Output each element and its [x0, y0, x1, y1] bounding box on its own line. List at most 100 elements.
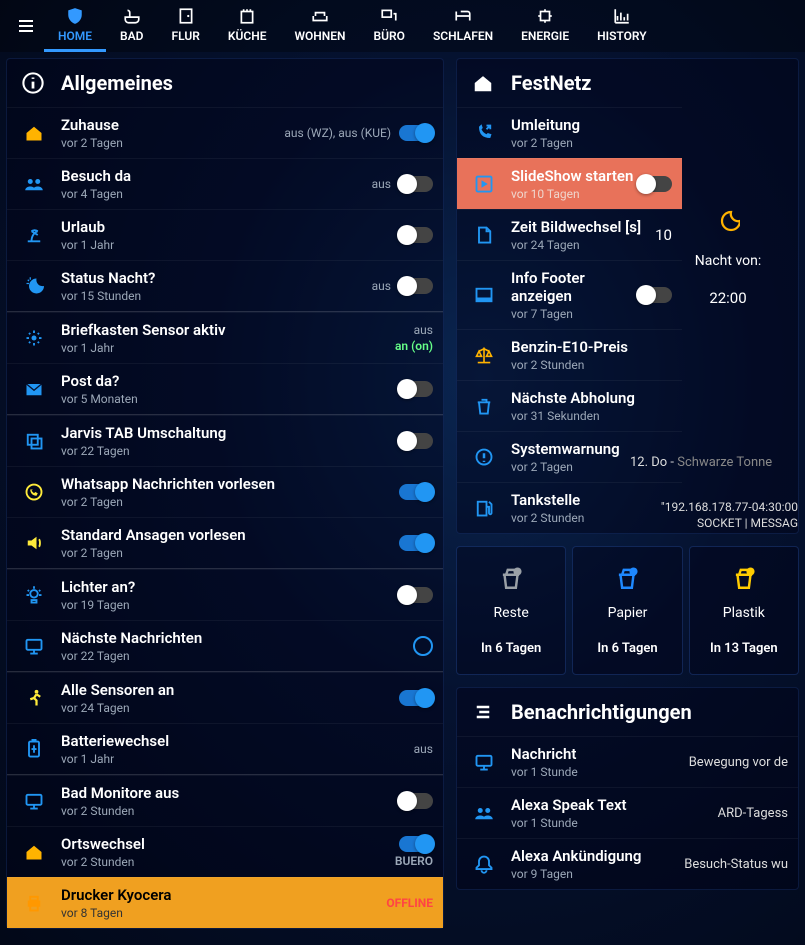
toggle-jarvis[interactable] [399, 433, 433, 449]
night-value: 22:00 [709, 289, 746, 307]
bin-reste[interactable]: Reste In 6 Tagen [456, 546, 566, 675]
toggle-ort[interactable] [399, 836, 433, 852]
row-body: Umleitung vor 2 Tagen [511, 116, 672, 150]
row-body: Nächste Nachrichten vor 22 Tagen [61, 629, 413, 663]
toggle-badmon[interactable] [399, 793, 433, 809]
row-timestamp: vor 2 Tagen [61, 546, 399, 560]
tab-büro[interactable]: BÜRO [360, 1, 419, 52]
row-alexaank[interactable]: Alexa Ankündigung vor 9 Tagen Besuch-Sta… [457, 838, 798, 889]
row-title: Zuhause [61, 116, 284, 134]
bin-name: Papier [608, 605, 648, 621]
menu-button[interactable] [8, 18, 44, 34]
toggle-zuhause[interactable] [399, 125, 433, 141]
toggle-nacht[interactable] [399, 278, 433, 294]
toggle-whatsapp[interactable] [399, 484, 433, 500]
row-timestamp: vor 5 Monaten [61, 392, 399, 406]
row-body: Info Footer anzeigen vor 7 Tagen [511, 269, 638, 321]
whatsapp-icon [21, 479, 47, 505]
tab-schlafen[interactable]: SCHLAFEN [419, 1, 507, 52]
row-slideshow[interactable]: SlideShow starten vor 10 Tagen [457, 158, 682, 209]
row-ort[interactable]: Ortswechsel vor 2 Stunden BUERO [7, 826, 443, 877]
row-right: Bewegung vor de [689, 755, 788, 770]
row-batterie[interactable]: Batteriewechsel vor 1 Jahr aus [7, 723, 443, 774]
night-icon [21, 273, 47, 299]
toggle-ansagen[interactable] [399, 535, 433, 551]
tab-flur[interactable]: FLUR [158, 1, 214, 52]
right-text: ARD-Tagess [718, 806, 788, 821]
row-title: Nächste Nachrichten [61, 629, 413, 647]
row-title: Lichter an? [61, 578, 399, 596]
row-timestamp: vor 24 Tagen [61, 701, 399, 715]
row-ansagen[interactable]: Standard Ansagen vorlesen vor 2 Tagen [7, 517, 443, 568]
right-text: Besuch-Status wu [684, 857, 788, 872]
row-nachrichten[interactable]: Nächste Nachrichten vor 22 Tagen [7, 620, 443, 671]
row-sensoren[interactable]: Alle Sensoren an vor 24 Tagen [7, 672, 443, 723]
toggle-footer[interactable] [638, 287, 672, 303]
row-lichter[interactable]: Lichter an? vor 19 Tagen [7, 569, 443, 620]
row-besuch[interactable]: Besuch da vor 4 Tagen aus [7, 158, 443, 209]
tab-küche[interactable]: KÜCHE [214, 1, 281, 52]
row-title: Nächste Abholung [511, 389, 672, 407]
row-alexaspeak[interactable]: Alexa Speak Text vor 1 Stunde ARD-Tagess [457, 787, 798, 838]
group-icon [471, 800, 497, 826]
tab-wohnen[interactable]: WOHNEN [280, 1, 359, 52]
shield-icon [66, 7, 84, 25]
toggle-post[interactable] [399, 381, 433, 397]
row-title: Ortswechsel [61, 835, 395, 853]
row-timestamp: vor 19 Tagen [61, 598, 399, 612]
row-right [399, 381, 433, 397]
sofa-icon [311, 7, 329, 25]
toggle-urlaub[interactable] [399, 227, 433, 243]
row-title: Nachricht [511, 745, 689, 763]
row-bildwechsel[interactable]: Zeit Bildwechsel [s] vor 24 Tagen 10 [457, 209, 682, 260]
tab-energie[interactable]: ENERGIE [507, 1, 583, 52]
row-umleitung[interactable]: Umleitung vor 2 Tagen [457, 107, 682, 158]
toggle-lichter[interactable] [399, 587, 433, 603]
row-post[interactable]: Post da? vor 5 Monaten [7, 363, 443, 414]
toggle-slideshow[interactable] [638, 176, 672, 192]
row-title: Drucker Kyocera [61, 886, 386, 904]
tab-label: HOME [58, 29, 92, 43]
bin-papier[interactable]: Papier In 6 Tagen [572, 546, 682, 675]
row-body: Zeit Bildwechsel [s] vor 24 Tagen [511, 218, 655, 252]
bin-name: Reste [494, 605, 529, 621]
row-briefkasten[interactable]: Briefkasten Sensor aktiv vor 1 Jahr ausa… [7, 312, 443, 363]
tab-label: KÜCHE [228, 29, 267, 43]
row-jarvis[interactable]: Jarvis TAB Umschaltung vor 22 Tagen [7, 415, 443, 466]
toggle-sensoren[interactable] [399, 690, 433, 706]
row-right: ARD-Tagess [718, 806, 788, 821]
house-icon [21, 120, 47, 146]
row-title: Status Nacht? [61, 269, 372, 287]
tab-home[interactable]: HOME [44, 1, 106, 52]
row-abholung[interactable]: Nächste Abholung vor 31 Sekunden [457, 380, 682, 431]
row-badmon[interactable]: Bad Monitore aus vor 2 Stunden [7, 775, 443, 826]
card-allgemeines: Allgemeines Zuhause vor 2 Tagen aus (WZ)… [6, 58, 444, 929]
run-icon [21, 685, 47, 711]
row-urlaub[interactable]: Urlaub vor 1 Jahr [7, 209, 443, 260]
row-title: Alle Sensoren an [61, 681, 399, 699]
row-nachricht[interactable]: Nachricht vor 1 Stunde Bewegung vor de [457, 736, 798, 787]
row-body: Nachricht vor 1 Stunde [511, 745, 689, 779]
state-label: aus [414, 323, 433, 337]
tab-label: BAD [120, 29, 143, 43]
row-drucker[interactable]: Drucker Kyocera vor 8 Tagen OFFLINE [7, 877, 443, 928]
row-body: Status Nacht? vor 15 Stunden [61, 269, 372, 303]
toggle-besuch[interactable] [399, 176, 433, 192]
row-right: OFFLINE [386, 896, 433, 910]
syswarn-text: "192.168.178.77-04:30:00 SOCKET | MESSAG [623, 499, 798, 531]
row-nacht[interactable]: Status Nacht? vor 15 Stunden aus [7, 260, 443, 311]
row-footer[interactable]: Info Footer anzeigen vor 7 Tagen [457, 260, 682, 329]
row-timestamp: vor 2 Tagen [61, 136, 284, 150]
row-title: Bad Monitore aus [61, 784, 399, 802]
row-zuhause[interactable]: Zuhause vor 2 Tagen aus (WZ), aus (KUE) [7, 107, 443, 158]
action-circle-nachrichten[interactable] [413, 636, 433, 656]
row-benzin[interactable]: Benzin-E10-Preis vor 2 Stunden [457, 329, 682, 380]
bin-plastik[interactable]: Plastik In 13 Tagen [689, 546, 799, 675]
row-whatsapp[interactable]: Whatsapp Nachrichten vorlesen vor 2 Tage… [7, 466, 443, 517]
row-right [638, 176, 672, 192]
tab-history[interactable]: HISTORY [583, 1, 660, 52]
state-label-2: an (on) [395, 339, 433, 353]
house-icon [21, 839, 47, 865]
row-title: Batteriewechsel [61, 732, 414, 750]
tab-bad[interactable]: BAD [106, 1, 157, 52]
